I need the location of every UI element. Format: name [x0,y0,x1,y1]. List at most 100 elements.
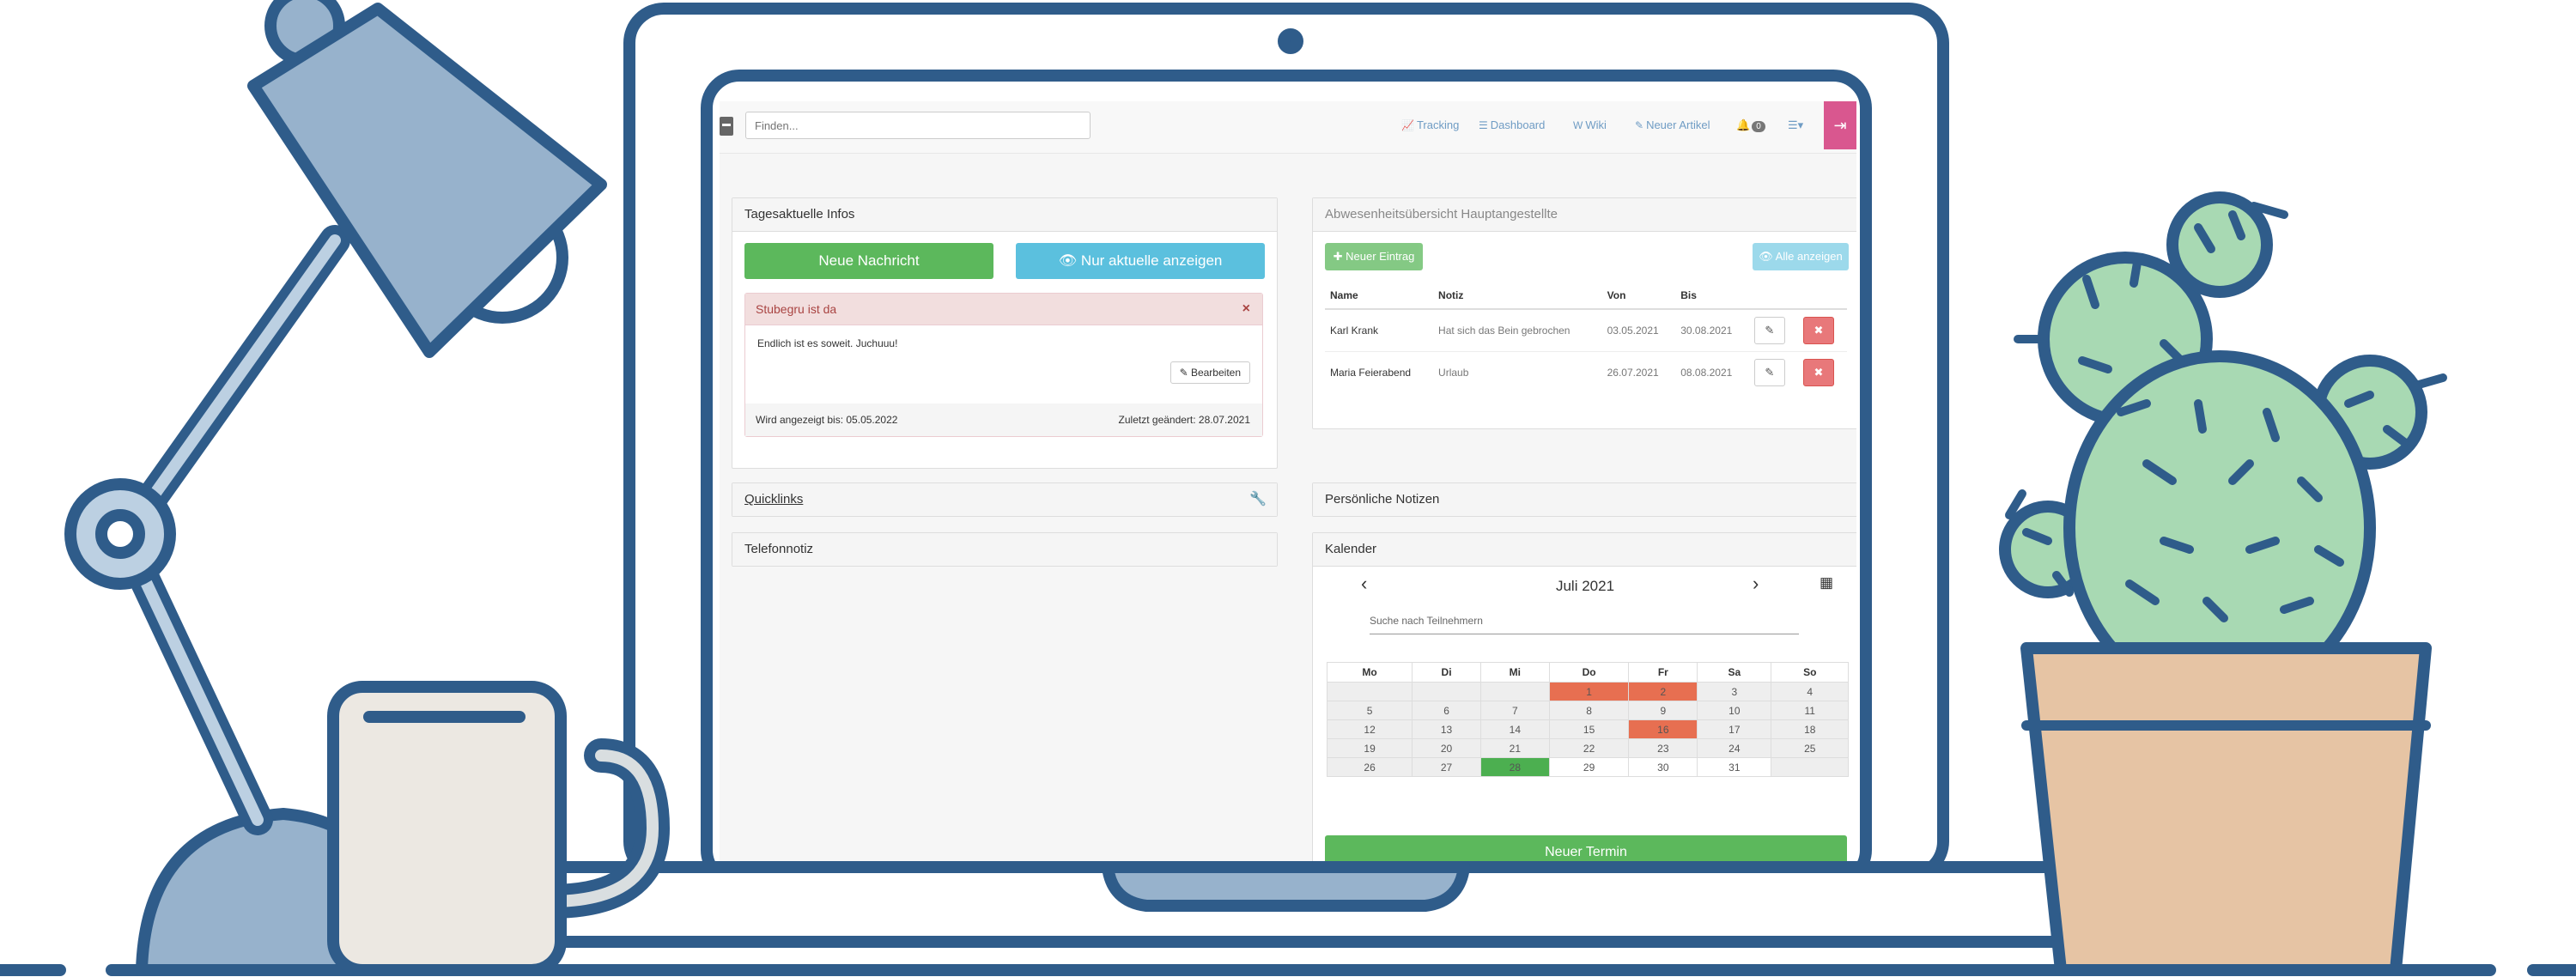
absence-table: Name Notiz Von Bis Karl Krank Hat sich d… [1325,282,1847,393]
menu-dropdown-button[interactable]: ☰▾ [1788,118,1803,132]
calendar-day[interactable]: 22 [1548,738,1630,758]
news-message-title: Stubegru ist da [756,302,837,316]
news-message-body: Endlich ist es soweit. Juchuuu! ✎ Bearbe… [745,325,1262,397]
laptop-camera [1278,28,1303,54]
calendar-week: 12 13 14 15 16 17 18 [1326,719,1849,739]
delete-row-button[interactable]: ✖ [1802,359,1834,386]
cell-note: Urlaub [1433,351,1602,393]
participant-search-input[interactable]: Suche nach Teilnehmern [1370,615,1799,634]
weekday-header: Sa [1697,662,1772,683]
nav-link-wiki[interactable]: W Wiki [1573,118,1607,131]
calendar-day[interactable]: 4 [1771,682,1849,701]
weekday-header: Mo [1326,662,1413,683]
show-current-button[interactable]: 👁 Nur aktuelle anzeigen [1016,243,1265,279]
close-icon[interactable]: × [1242,294,1250,325]
last-changed-text: Zuletzt geändert: 28.07.2021 [1118,414,1250,426]
edit-message-button[interactable]: ✎ Bearbeiten [1170,361,1250,384]
calendar-day[interactable]: 10 [1697,701,1772,720]
absence-panel-title: Abwesenheitsübersicht Hauptangestellte [1313,198,1856,232]
calendar-day[interactable]: 8 [1548,701,1630,720]
calendar-day[interactable]: 17 [1697,719,1772,739]
quicklinks-title[interactable]: Quicklinks [744,492,803,507]
calendar-day[interactable]: 27 [1412,757,1481,777]
search-field[interactable] [745,112,1091,139]
weekday-header: Di [1412,662,1481,683]
calendar-day[interactable]: 2 [1628,682,1698,701]
delete-row-button[interactable]: ✖ [1802,317,1834,344]
pencil-icon: ✎ [1635,119,1644,131]
calendar-day[interactable]: 18 [1771,719,1849,739]
calendar-day[interactable]: 19 [1326,738,1413,758]
quicklinks-panel[interactable]: Quicklinks 🔧 [732,482,1278,517]
calendar-day[interactable]: 21 [1479,738,1550,758]
calendar-week: 19 20 21 22 23 24 25 [1326,738,1849,758]
personal-notes-panel[interactable]: Persönliche Notizen [1312,482,1856,517]
weekday-header: So [1771,662,1849,683]
cactus-top [2166,191,2273,298]
calendar-day[interactable]: 23 [1628,738,1698,758]
calendar-day[interactable]: 28 [1479,757,1550,777]
phone-note-panel[interactable]: Telefonnotiz [732,532,1278,567]
nav-link-dashboard[interactable]: ☰ Dashboard [1479,118,1545,131]
calendar-day[interactable]: 3 [1697,682,1772,701]
calendar-day[interactable]: 25 [1771,738,1849,758]
app-logo-icon[interactable] [720,117,733,136]
wrench-icon[interactable]: 🔧 [1249,483,1267,516]
search-input[interactable] [746,112,1090,138]
bell-icon: 🔔 [1736,118,1751,131]
calendar-day[interactable]: 20 [1412,738,1481,758]
calendar-empty-day [1326,682,1413,701]
table-row: Maria Feierabend Urlaub 26.07.2021 08.08… [1325,351,1847,393]
chart-icon: 📈 [1401,119,1414,131]
notifications-button[interactable]: 🔔 0 [1736,118,1765,132]
new-entry-button[interactable]: ✚ Neuer Eintrag [1325,243,1423,270]
news-message-header: Stubegru ist da × [745,294,1262,325]
calendar-empty-day [1412,682,1481,701]
edit-row-button[interactable]: ✎ [1753,317,1785,344]
nav-link-tracking[interactable]: 📈 Tracking [1401,118,1459,131]
show-all-button[interactable]: 👁 Alle anzeigen [1753,243,1849,270]
pencil-icon: ✎ [1179,367,1191,379]
calendar-day[interactable]: 6 [1412,701,1481,720]
logout-button[interactable]: ⇥ [1824,101,1856,149]
edit-row-button[interactable]: ✎ [1753,359,1785,386]
calendar-day[interactable]: 13 [1412,719,1481,739]
calendar-day[interactable]: 11 [1771,701,1849,720]
calendar-day[interactable]: 16 [1628,719,1698,739]
cell-to: 08.08.2021 [1675,351,1749,393]
calendar-day[interactable]: 5 [1326,701,1413,720]
calendar-day[interactable]: 14 [1479,719,1550,739]
shown-until-text: Wird angezeigt bis: 05.05.2022 [756,414,898,426]
calendar-day[interactable]: 31 [1697,757,1772,777]
calendar-week: 26 27 28 29 30 31 [1326,757,1849,777]
calendar-day[interactable]: 1 [1548,682,1630,701]
calendar-day[interactable]: 24 [1697,738,1772,758]
chevron-right-icon[interactable]: › [1753,573,1759,595]
news-panel: Tagesaktuelle Infos Neue Nachricht 👁 Nur… [732,197,1278,469]
phone-note-title: Telefonnotiz [732,533,1277,566]
new-message-button[interactable]: Neue Nachricht [744,243,993,279]
calendar-day[interactable]: 12 [1326,719,1413,739]
calendar-day[interactable]: 30 [1628,757,1698,777]
weekday-header: Fr [1628,662,1698,683]
calendar-day[interactable]: 26 [1326,757,1413,777]
cactus-pot [2020,642,2432,976]
wiki-icon: W [1573,119,1583,131]
chevron-left-icon[interactable]: ‹ [1361,573,1367,595]
personal-notes-title: Persönliche Notizen [1313,483,1856,516]
calendar-day[interactable]: 29 [1548,757,1630,777]
calendar-day[interactable]: 9 [1628,701,1698,720]
eye-icon: 👁 [1759,250,1776,263]
mug-body [327,681,567,976]
calendar-week: 5 6 7 8 9 10 11 [1326,701,1849,720]
calendar-week: 1234 [1326,682,1849,701]
cell-note: Hat sich das Bein gebrochen [1433,308,1602,352]
weekday-header: Do [1548,662,1630,683]
nav-link-new-article[interactable]: ✎ Neuer Artikel [1635,118,1710,131]
cell-name: Maria Feierabend [1325,351,1434,393]
calendar-title: Kalender [1313,533,1856,567]
calendar-icon[interactable]: ▦ [1820,574,1833,592]
calendar-day[interactable]: 15 [1548,719,1630,739]
new-appointment-button[interactable]: Neuer Termin [1325,835,1847,861]
calendar-day[interactable]: 7 [1479,701,1550,720]
